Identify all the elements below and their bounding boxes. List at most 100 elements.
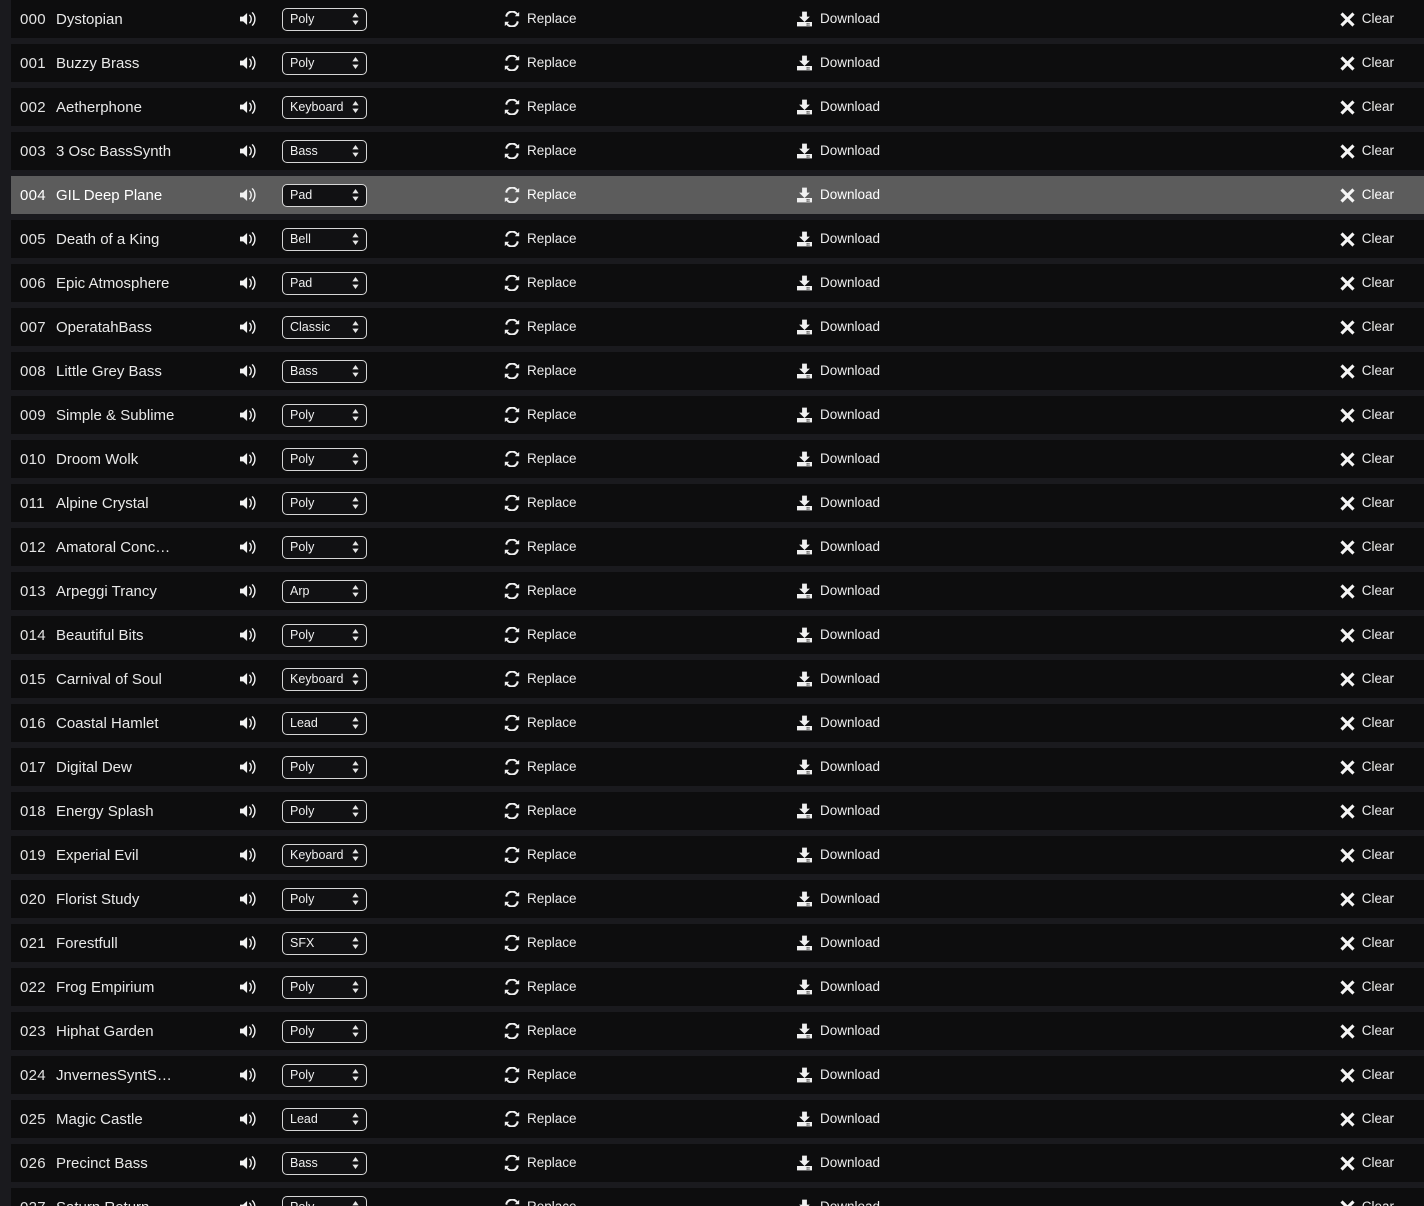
category-select-wrap[interactable]: PolyKeyboardBassPadBellClassicArpLeadSFX [282,403,367,427]
category-select-wrap[interactable]: PolyKeyboardBassPadBellClassicArpLeadSFX [282,447,367,471]
audition-button[interactable] [222,1067,274,1083]
download-cell[interactable]: Download [790,143,1082,159]
audition-button[interactable] [222,979,274,995]
download-button[interactable]: Download [796,143,880,159]
download-cell[interactable]: Download [790,715,1082,731]
preset-row[interactable]: 025 Magic Castle PolyKeyboardBassPadBell… [11,1100,1424,1138]
audition-button[interactable] [222,451,274,467]
audition-button[interactable] [222,11,274,27]
category-cell[interactable]: PolyKeyboardBassPadBellClassicArpLeadSFX [274,931,494,955]
clear-button[interactable]: Clear [1340,759,1394,775]
preset-row[interactable]: 000 Dystopian PolyKeyboardBassPadBellCla… [11,0,1424,38]
download-cell[interactable]: Download [790,803,1082,819]
category-select-wrap[interactable]: PolyKeyboardBassPadBellClassicArpLeadSFX [282,711,367,735]
category-select-wrap[interactable]: PolyKeyboardBassPadBellClassicArpLeadSFX [282,7,367,31]
replace-button[interactable]: Replace [504,187,577,203]
clear-button[interactable]: Clear [1340,1023,1394,1039]
category-cell[interactable]: PolyKeyboardBassPadBellClassicArpLeadSFX [274,1195,494,1206]
audition-button[interactable] [222,407,274,423]
audition-button[interactable] [222,55,274,71]
replace-cell[interactable]: Replace [494,1111,790,1127]
audition-button[interactable] [222,759,274,775]
replace-cell[interactable]: Replace [494,979,790,995]
clear-button[interactable]: Clear [1340,627,1394,643]
clear-button[interactable]: Clear [1340,539,1394,555]
clear-cell[interactable]: Clear [1082,495,1424,511]
clear-cell[interactable]: Clear [1082,671,1424,687]
download-button[interactable]: Download [796,627,880,643]
category-select[interactable]: PolyKeyboardBassPadBellClassicArpLeadSFX [282,271,367,295]
clear-cell[interactable]: Clear [1082,935,1424,951]
clear-cell[interactable]: Clear [1082,1155,1424,1171]
preset-row[interactable]: 016 Coastal Hamlet PolyKeyboardBassPadBe… [11,704,1424,742]
audition-button[interactable] [222,935,274,951]
audition-button[interactable] [222,671,274,687]
download-button[interactable]: Download [796,275,880,291]
preset-row[interactable]: 013 Arpeggi Trancy PolyKeyboardBassPadBe… [11,572,1424,610]
download-cell[interactable]: Download [790,187,1082,203]
replace-button[interactable]: Replace [504,935,577,951]
download-cell[interactable]: Download [790,539,1082,555]
clear-cell[interactable]: Clear [1082,759,1424,775]
category-select[interactable]: PolyKeyboardBassPadBellClassicArpLeadSFX [282,1107,367,1131]
preset-row[interactable]: 010 Droom Wolk PolyKeyboardBassPadBellCl… [11,440,1424,478]
category-select-wrap[interactable]: PolyKeyboardBassPadBellClassicArpLeadSFX [282,755,367,779]
replace-cell[interactable]: Replace [494,891,790,907]
download-cell[interactable]: Download [790,891,1082,907]
category-select-wrap[interactable]: PolyKeyboardBassPadBellClassicArpLeadSFX [282,95,367,119]
clear-cell[interactable]: Clear [1082,979,1424,995]
category-select-wrap[interactable]: PolyKeyboardBassPadBellClassicArpLeadSFX [282,1063,367,1087]
clear-button[interactable]: Clear [1340,231,1394,247]
category-select[interactable]: PolyKeyboardBassPadBellClassicArpLeadSFX [282,799,367,823]
clear-cell[interactable]: Clear [1082,1111,1424,1127]
download-cell[interactable]: Download [790,671,1082,687]
download-cell[interactable]: Download [790,55,1082,71]
category-cell[interactable]: PolyKeyboardBassPadBellClassicArpLeadSFX [274,975,494,999]
audition-button[interactable] [222,99,274,115]
replace-button[interactable]: Replace [504,1023,577,1039]
category-select-wrap[interactable]: PolyKeyboardBassPadBellClassicArpLeadSFX [282,799,367,823]
audition-button[interactable] [222,847,274,863]
clear-cell[interactable]: Clear [1082,187,1424,203]
replace-cell[interactable]: Replace [494,231,790,247]
replace-cell[interactable]: Replace [494,539,790,555]
audition-button[interactable] [222,583,274,599]
replace-button[interactable]: Replace [504,1199,577,1206]
category-select-wrap[interactable]: PolyKeyboardBassPadBellClassicArpLeadSFX [282,271,367,295]
replace-button[interactable]: Replace [504,99,577,115]
replace-cell[interactable]: Replace [494,1067,790,1083]
download-button[interactable]: Download [796,99,880,115]
clear-button[interactable]: Clear [1340,363,1394,379]
audition-button[interactable] [222,1155,274,1171]
clear-cell[interactable]: Clear [1082,847,1424,863]
clear-button[interactable]: Clear [1340,1199,1394,1206]
category-select-wrap[interactable]: PolyKeyboardBassPadBellClassicArpLeadSFX [282,183,367,207]
category-select-wrap[interactable]: PolyKeyboardBassPadBellClassicArpLeadSFX [282,359,367,383]
clear-button[interactable]: Clear [1340,583,1394,599]
download-button[interactable]: Download [796,407,880,423]
download-cell[interactable]: Download [790,495,1082,511]
preset-row[interactable]: 021 Forestfull PolyKeyboardBassPadBellCl… [11,924,1424,962]
download-cell[interactable]: Download [790,451,1082,467]
category-cell[interactable]: PolyKeyboardBassPadBellClassicArpLeadSFX [274,843,494,867]
download-cell[interactable]: Download [790,1111,1082,1127]
download-cell[interactable]: Download [790,319,1082,335]
clear-cell[interactable]: Clear [1082,451,1424,467]
clear-cell[interactable]: Clear [1082,275,1424,291]
category-select-wrap[interactable]: PolyKeyboardBassPadBellClassicArpLeadSFX [282,315,367,339]
download-button[interactable]: Download [796,715,880,731]
category-select[interactable]: PolyKeyboardBassPadBellClassicArpLeadSFX [282,95,367,119]
category-select[interactable]: PolyKeyboardBassPadBellClassicArpLeadSFX [282,7,367,31]
category-select[interactable]: PolyKeyboardBassPadBellClassicArpLeadSFX [282,403,367,427]
replace-cell[interactable]: Replace [494,187,790,203]
preset-row[interactable]: 017 Digital Dew PolyKeyboardBassPadBellC… [11,748,1424,786]
download-button[interactable]: Download [796,803,880,819]
download-button[interactable]: Download [796,847,880,863]
category-select-wrap[interactable]: PolyKeyboardBassPadBellClassicArpLeadSFX [282,1019,367,1043]
category-cell[interactable]: PolyKeyboardBassPadBellClassicArpLeadSFX [274,755,494,779]
audition-button[interactable] [222,231,274,247]
download-cell[interactable]: Download [790,275,1082,291]
category-cell[interactable]: PolyKeyboardBassPadBellClassicArpLeadSFX [274,711,494,735]
clear-cell[interactable]: Clear [1082,143,1424,159]
download-button[interactable]: Download [796,1023,880,1039]
